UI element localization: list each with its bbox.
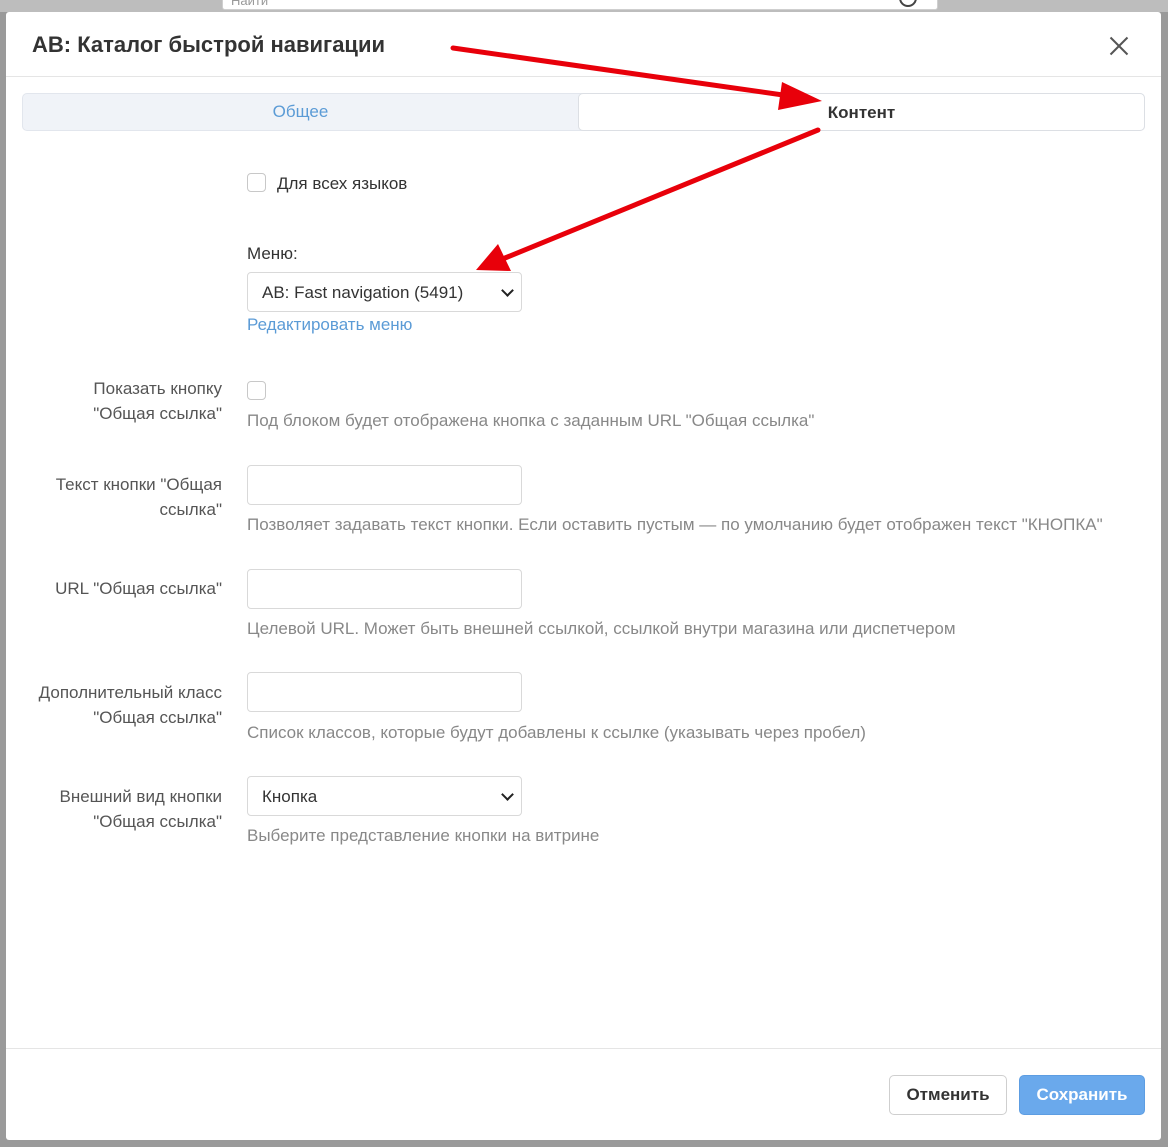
appearance-hint: Выберите представление кнопки на витрине xyxy=(247,826,600,845)
show-button-hint: Под блоком будет отображена кнопка с зад… xyxy=(247,411,815,430)
footer-divider xyxy=(6,1048,1161,1049)
tab-general[interactable]: Общее xyxy=(23,94,578,130)
extra-class-label-line2: "Общая ссылка" xyxy=(93,708,222,727)
appearance-label-line1: Внешний вид кнопки xyxy=(59,787,222,806)
button-text-label-line2: ссылка" xyxy=(159,500,222,519)
all-languages-checkbox[interactable] xyxy=(247,173,266,192)
button-text-label-line1: Текст кнопки "Общая xyxy=(55,475,222,494)
extra-class-hint: Список классов, которые будут добавлены … xyxy=(247,723,866,742)
extra-class-input[interactable] xyxy=(247,672,522,712)
extra-class-label: Дополнительный класс "Общая ссылка" xyxy=(39,680,222,730)
show-button-checkbox[interactable] xyxy=(247,381,266,400)
appearance-select[interactable]: Кнопка xyxy=(247,776,522,816)
menu-select-value: AB: Fast navigation (5491) xyxy=(262,283,464,302)
tab-bar: Общее Контент xyxy=(22,93,1145,131)
show-button-label-line2: "Общая ссылка" xyxy=(93,404,222,423)
url-hint: Целевой URL. Может быть внешней ссылкой,… xyxy=(247,619,956,638)
edit-menu-link[interactable]: Редактировать меню xyxy=(247,315,412,335)
modal-title: AB: Каталог быстрой навигации xyxy=(32,32,385,57)
tab-content[interactable]: Контент xyxy=(578,93,1145,131)
save-button[interactable]: Сохранить xyxy=(1019,1075,1145,1115)
menu-select[interactable]: AB: Fast navigation (5491) xyxy=(247,272,522,312)
appearance-label: Внешний вид кнопки "Общая ссылка" xyxy=(59,784,222,834)
appearance-select-value: Кнопка xyxy=(262,787,318,806)
button-text-label: Текст кнопки "Общая ссылка" xyxy=(56,472,222,522)
chevron-down-icon xyxy=(501,788,514,801)
button-text-hint: Позволяет задавать текст кнопки. Если ос… xyxy=(247,515,1103,534)
url-label-text: URL "Общая ссылка" xyxy=(55,579,222,598)
modal-dialog: AB: Каталог быстрой навигации Общее Конт… xyxy=(6,12,1161,1140)
chevron-down-icon xyxy=(501,284,514,297)
background-search-input: Найти xyxy=(222,0,938,10)
all-languages-label: Для всех языков xyxy=(277,174,408,193)
button-text-input[interactable] xyxy=(247,465,522,505)
url-label: URL "Общая ссылка" xyxy=(55,576,222,601)
background-search-placeholder: Найти xyxy=(231,0,269,8)
menu-label: Меню: xyxy=(247,244,298,263)
search-icon xyxy=(899,0,917,7)
show-button-label-line1: Показать кнопку xyxy=(93,379,222,398)
appearance-label-line2: "Общая ссылка" xyxy=(93,812,222,831)
close-icon[interactable] xyxy=(1104,31,1134,61)
url-input[interactable] xyxy=(247,569,522,609)
extra-class-label-line1: Дополнительный класс xyxy=(38,683,222,702)
show-button-label: Показать кнопку "Общая ссылка" xyxy=(93,376,222,426)
cancel-button[interactable]: Отменить xyxy=(889,1075,1007,1115)
modal-header: AB: Каталог быстрой навигации xyxy=(6,12,1161,77)
